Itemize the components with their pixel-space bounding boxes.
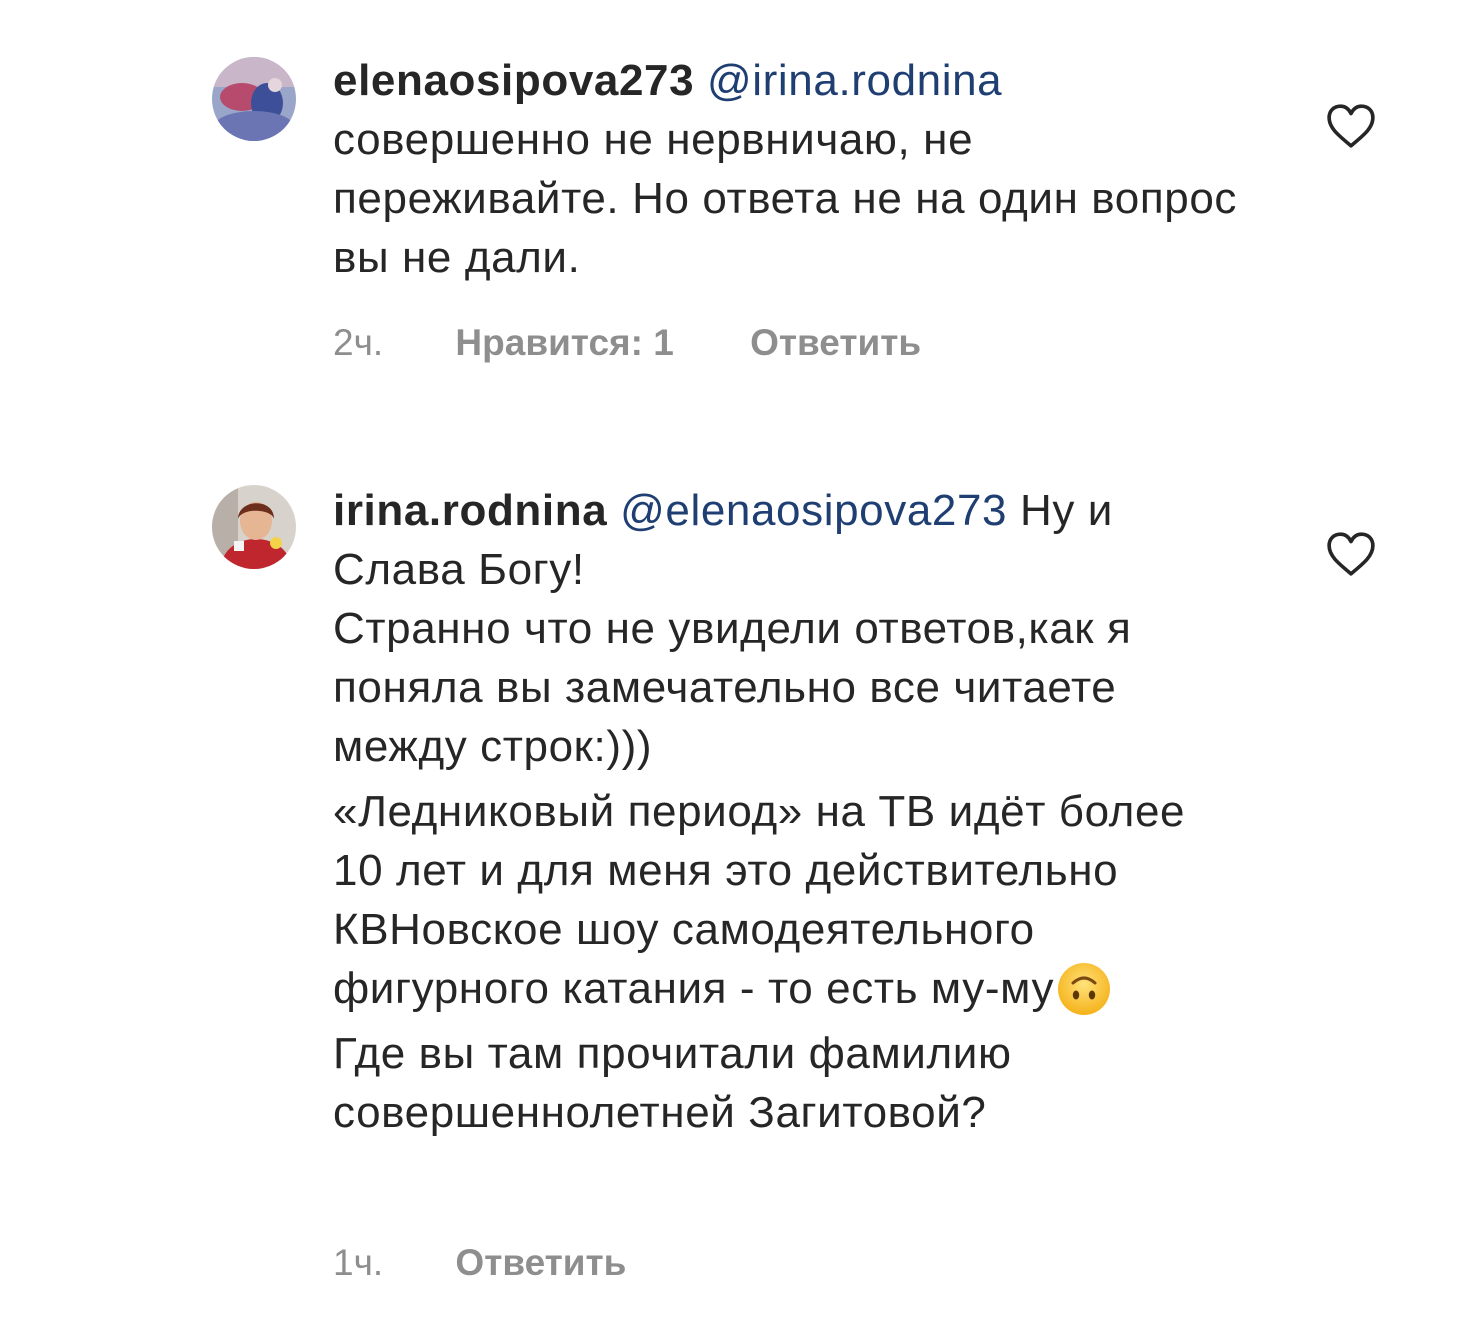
comment-meta: 2ч. Нравится: 1 Ответить — [333, 322, 921, 364]
comment-paragraph: Странно что не увидели ответов,как я пон… — [333, 604, 1132, 771]
reply-button[interactable]: Ответить — [455, 1242, 626, 1284]
likes-count[interactable]: Нравится: 1 — [455, 322, 673, 364]
avatar[interactable] — [212, 485, 296, 569]
comment-text: elenaosipova273 @irina.rodnina совершенн… — [333, 51, 1238, 287]
comment-username[interactable]: elenaosipova273 — [333, 56, 694, 105]
comment-paragraph: «Ледниковый период» на ТВ идёт более 10 … — [333, 782, 1238, 1018]
upside-down-face-emoji-icon — [1058, 963, 1111, 1015]
comment-mention[interactable]: @elenaosipova273 — [620, 486, 1007, 535]
comment-timestamp: 2ч. — [333, 322, 384, 363]
avatar-photo — [212, 57, 296, 141]
reply-button[interactable]: Ответить — [750, 322, 921, 364]
comment-mention[interactable]: @irina.rodnina — [707, 56, 1002, 105]
avatar-photo — [212, 485, 296, 569]
comment-paragraph: Где вы там прочитали фамилию совершеннол… — [333, 1029, 1012, 1137]
heart-outline-icon[interactable] — [1326, 531, 1376, 577]
avatar[interactable] — [212, 57, 296, 141]
comment-username[interactable]: irina.rodnina — [333, 486, 607, 535]
comment-meta: 1ч. Ответить — [333, 1242, 626, 1284]
comment-text: irina.rodnina @elenaosipova273 Ну и Слав… — [333, 481, 1238, 1142]
comment-paragraph: совершенно не нервничаю, не переживайте.… — [333, 115, 1238, 282]
heart-outline-icon[interactable] — [1326, 103, 1376, 149]
comment-timestamp: 1ч. — [333, 1242, 384, 1283]
